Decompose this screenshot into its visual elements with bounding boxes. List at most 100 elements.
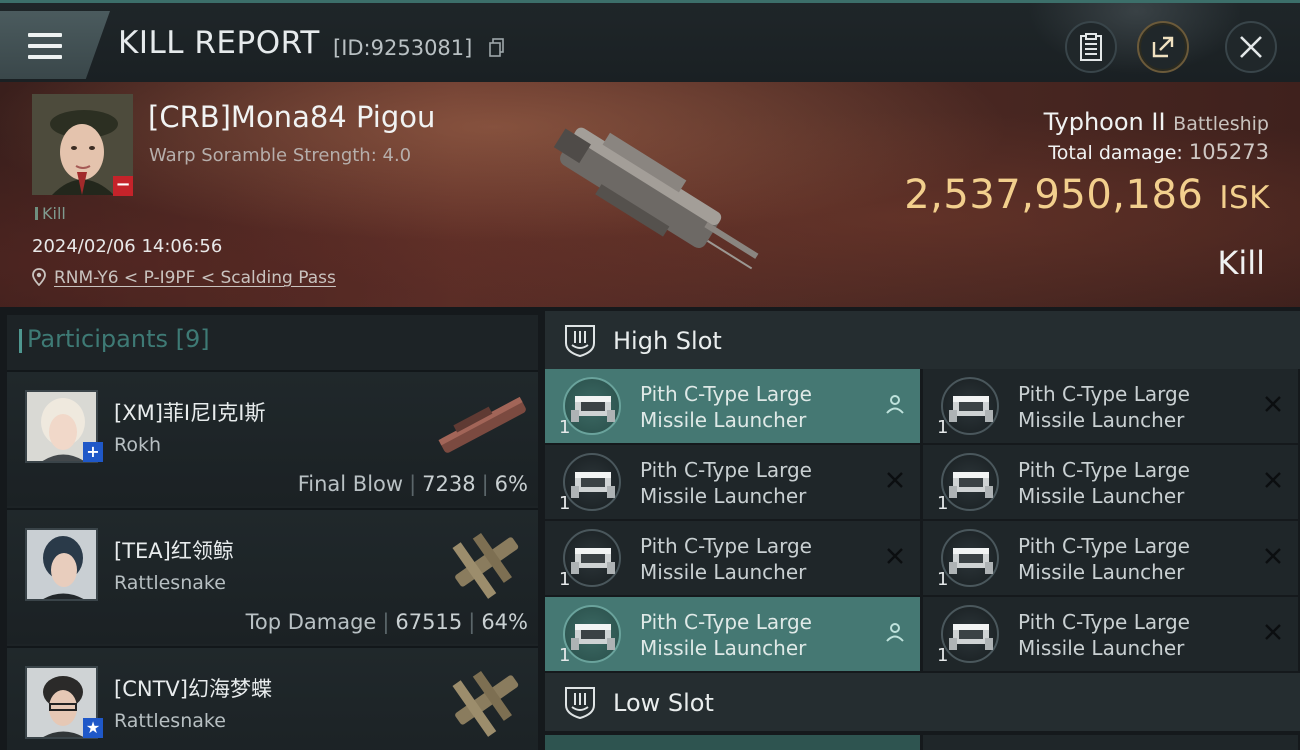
person-icon xyxy=(886,623,904,642)
low-slot-label: Low Slot xyxy=(613,689,714,717)
kill-tag: Kill xyxy=(35,204,66,223)
x-icon xyxy=(1265,624,1281,640)
module-quantity: 1 xyxy=(937,493,949,514)
module-quantity: 1 xyxy=(559,569,571,590)
victim-ship-name[interactable]: Typhoon II Battleship xyxy=(1044,108,1269,136)
x-icon xyxy=(1265,548,1281,564)
module-quantity: 1 xyxy=(937,417,949,438)
high-slot-module[interactable]: 1 Pith C-Type Large Missile Launcher xyxy=(923,597,1298,671)
stat-damage: 7238 xyxy=(422,472,476,496)
high-slot-module[interactable]: 1 Pith C-Type Large Missile Launcher xyxy=(923,521,1298,595)
participants-title: Participants [9] xyxy=(19,325,210,353)
x-icon xyxy=(887,472,903,488)
module-name-line1: Pith C-Type Large xyxy=(1018,458,1190,482)
kill-timestamp: 2024/02/06 14:06:56 xyxy=(32,236,223,257)
victim-status-badge: − xyxy=(113,176,133,196)
header-decoration xyxy=(1010,3,1240,85)
location-link[interactable]: RNM-Y6 < P-I9PF < Scalding Pass xyxy=(54,268,336,288)
victim-banner: − [CRB]Mona84 Pigou Warp Soramble Streng… xyxy=(0,82,1300,307)
stat-percent: 64% xyxy=(481,610,528,634)
damage-label: Total damage: xyxy=(1048,142,1183,164)
portrait-image xyxy=(27,530,96,599)
participant-stats: Final Blow | 7238 | 6% xyxy=(297,472,528,496)
module-name-line1: Pith C-Type Large xyxy=(640,610,812,634)
missile-launcher-icon xyxy=(571,624,615,650)
stat-damage: 67515 xyxy=(395,610,463,634)
missile-launcher-icon xyxy=(949,624,993,650)
module-name: Pith C-Type Large Missile Launcher xyxy=(1018,609,1190,661)
module-name: Pith C-Type Large Missile Launcher xyxy=(1018,381,1190,433)
participant-name[interactable]: [CNTV]幻海梦蝶 xyxy=(114,673,272,703)
module-name: Pith C-Type Large Missile Launcher xyxy=(640,457,812,509)
high-slot-label: High Slot xyxy=(613,327,722,355)
stat-label: Top Damage xyxy=(245,610,377,634)
page-title: KILL REPORT xyxy=(118,25,320,61)
participant-row[interactable]: + [XM]菲I尼I克I斯 Rokh Final Blow | 7238 | 6% xyxy=(7,370,538,506)
high-slot-module[interactable]: 1 Pith C-Type Large Missile Launcher xyxy=(545,369,920,443)
high-slot-module[interactable]: 1 Pith C-Type Large Missile Launcher xyxy=(545,521,920,595)
stat-label: Final Blow xyxy=(297,472,404,496)
module-quantity: 1 xyxy=(559,493,571,514)
module-name: Pith C-Type Large Missile Launcher xyxy=(640,381,812,433)
module-name: Pith C-Type Large Missile Launcher xyxy=(640,609,812,661)
module-name: Pith C-Type Large Missile Launcher xyxy=(640,533,812,585)
participant-row[interactable]: [TEA]红领鲸 Rattlesnake Top Damage | 67515 | 64… xyxy=(7,508,538,644)
low-slot-module-partial[interactable] xyxy=(545,735,920,750)
stat-percent: 6% xyxy=(494,472,528,496)
isk-value: 2,537,950,186 ISK xyxy=(904,172,1270,218)
x-icon xyxy=(887,548,903,564)
high-slot-module[interactable]: 1 Pith C-Type Large Missile Launcher xyxy=(923,445,1298,519)
high-slot-icon xyxy=(565,325,595,357)
high-slot-module[interactable]: 1 Pith C-Type Large Missile Launcher xyxy=(545,445,920,519)
missile-launcher-icon xyxy=(949,472,993,498)
high-slot-header: High Slot xyxy=(545,311,1300,369)
person-icon xyxy=(886,395,904,414)
low-slot-icon xyxy=(565,687,595,719)
module-name-line1: Pith C-Type Large xyxy=(640,382,812,406)
module-name-line1: Pith C-Type Large xyxy=(640,458,812,482)
participant-avatar[interactable] xyxy=(25,528,98,601)
low-slot-module-partial[interactable] xyxy=(923,735,1298,750)
missile-launcher-icon xyxy=(571,472,615,498)
high-slot-module[interactable]: 1 Pith C-Type Large Missile Launcher xyxy=(923,369,1298,443)
damage-value: 105273 xyxy=(1188,140,1269,164)
high-slot-module[interactable]: 1 Pith C-Type Large Missile Launcher xyxy=(545,597,920,671)
report-id: [ID:9253081] xyxy=(333,36,473,60)
missile-launcher-icon xyxy=(949,548,993,574)
kill-result: Kill xyxy=(1217,244,1265,282)
module-name-line2: Missile Launcher xyxy=(640,560,807,584)
module-name-line1: Pith C-Type Large xyxy=(640,534,812,558)
module-quantity: 1 xyxy=(559,417,571,438)
isk-amount: 2,537,950,186 xyxy=(904,172,1204,218)
copy-icon[interactable] xyxy=(489,38,505,57)
module-name-line2: Missile Launcher xyxy=(640,484,807,508)
missile-launcher-icon xyxy=(571,548,615,574)
participant-star-badge: ★ xyxy=(83,718,103,738)
clipboard-icon xyxy=(1080,33,1102,61)
participant-row[interactable]: ★ [CNTV]幻海梦蝶 Rattlesnake xyxy=(7,646,538,750)
clipboard-button[interactable] xyxy=(1065,21,1117,73)
participant-ship: Rokh xyxy=(114,434,162,456)
participant-ship-image xyxy=(452,670,519,737)
module-name-line2: Missile Launcher xyxy=(1018,484,1185,508)
participant-name[interactable]: [TEA]红领鲸 xyxy=(114,535,234,565)
menu-button[interactable] xyxy=(0,11,110,79)
missile-launcher-icon xyxy=(571,396,615,422)
participant-ship: Rattlesnake xyxy=(114,710,226,732)
participants-panel: Participants [9] + [XM]菲I尼I克I斯 Rokh Fina… xyxy=(7,315,538,750)
participant-plus-badge: + xyxy=(83,442,103,462)
header-bar: KILL REPORT [ID:9253081] xyxy=(0,0,1300,85)
module-name-line2: Missile Launcher xyxy=(640,636,807,660)
participant-name[interactable]: [XM]菲I尼I克I斯 xyxy=(114,397,265,427)
close-button[interactable] xyxy=(1225,21,1277,73)
module-name: Pith C-Type Large Missile Launcher xyxy=(1018,533,1190,585)
missile-launcher-icon xyxy=(949,396,993,422)
module-name-line2: Missile Launcher xyxy=(1018,560,1185,584)
hamburger-icon xyxy=(28,33,62,61)
share-button[interactable] xyxy=(1137,21,1189,73)
victim-ship-image xyxy=(553,127,759,270)
victim-name[interactable]: [CRB]Mona84 Pigou xyxy=(148,100,435,134)
module-quantity: 1 xyxy=(937,569,949,590)
participant-ship-image xyxy=(438,396,526,453)
warp-scramble-strength: Warp Soramble Strength: 4.0 xyxy=(149,145,412,166)
